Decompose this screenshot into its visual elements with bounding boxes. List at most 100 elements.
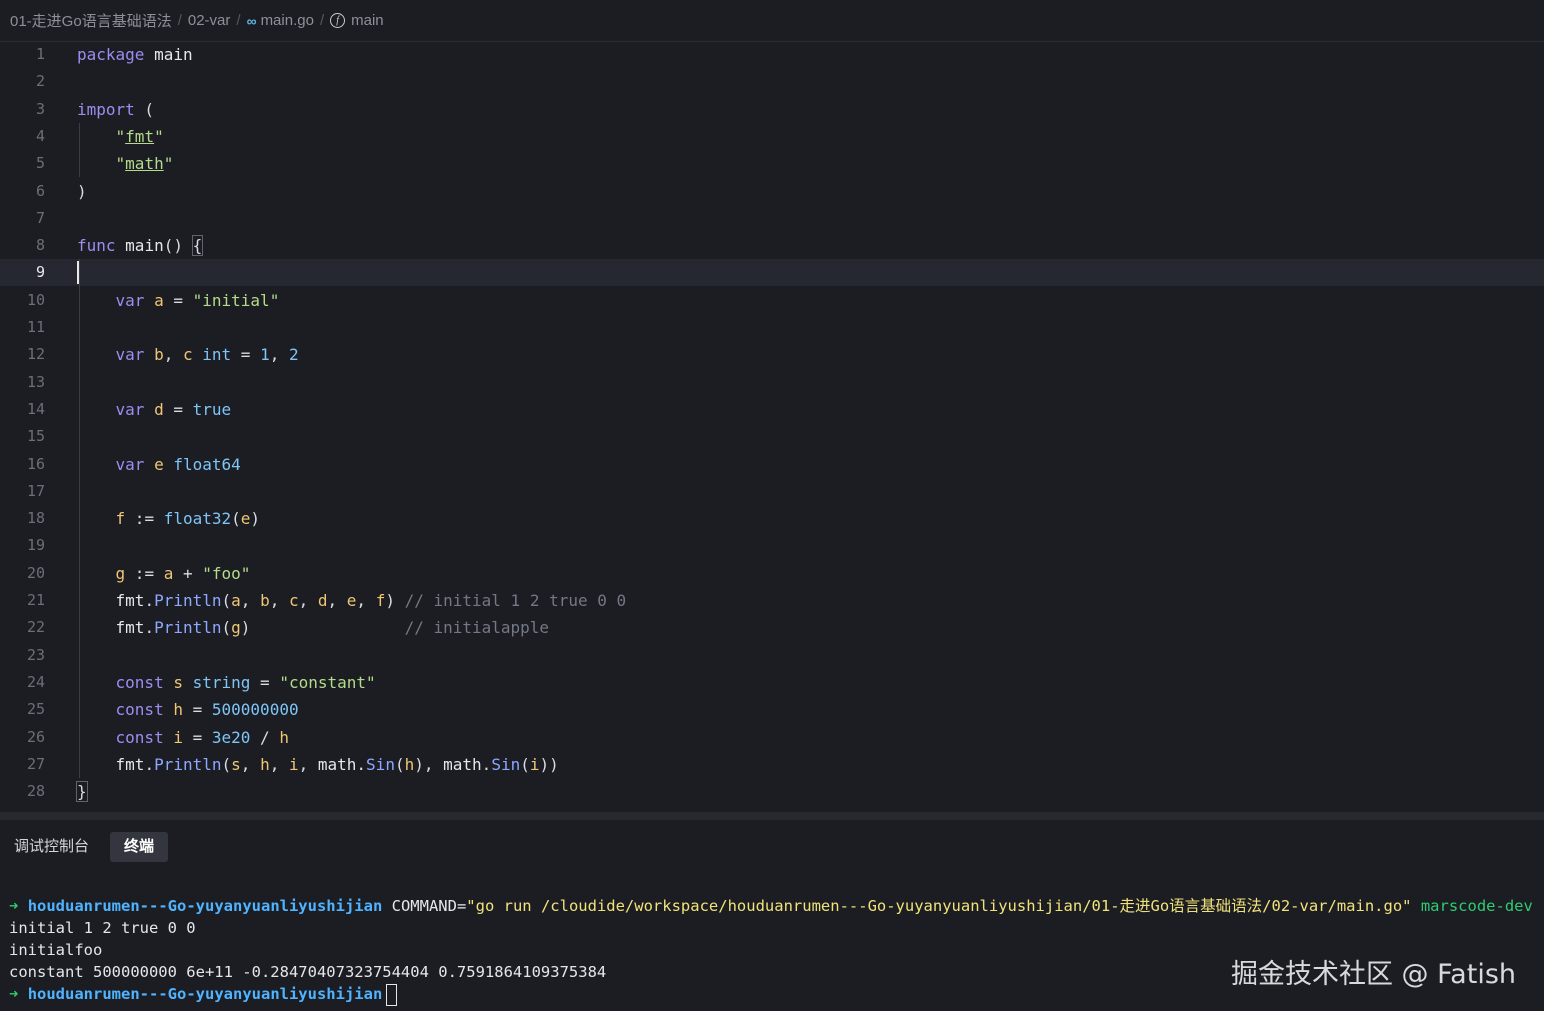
terminal-output-line: constant 500000000 6e+11 -0.284704073237… bbox=[9, 963, 607, 981]
terminal-command-line: ➜ houduanrumen---Go-yuyanyuanliyushijian… bbox=[9, 895, 1533, 917]
line-number: 21 bbox=[26, 591, 45, 609]
indent-guide bbox=[79, 122, 80, 178]
line-number: 9 bbox=[35, 263, 45, 282]
code-text: fmt.Println(s, h, i, math.Sin(h), math.S… bbox=[115, 754, 559, 774]
breadcrumb-folder[interactable]: 01-走进Go语言基础语法 bbox=[10, 10, 172, 31]
terminal-output-line: initial 1 2 true 0 0 bbox=[9, 919, 196, 937]
code-text: func main() { bbox=[77, 235, 204, 257]
breadcrumb-separator: / bbox=[236, 12, 241, 29]
code-line[interactable]: 7 bbox=[0, 205, 1544, 232]
line-number: 1 bbox=[35, 45, 45, 63]
command-prefix: COMMAND= bbox=[391, 897, 467, 915]
code-line[interactable]: 9 bbox=[0, 259, 1544, 287]
line-number: 10 bbox=[26, 290, 45, 309]
code-line[interactable]: 26 const i = 3e20 / h bbox=[0, 724, 1544, 751]
code-line[interactable]: 12 var b, c int = 1, 2 bbox=[0, 341, 1544, 368]
code-line[interactable]: 15 bbox=[0, 423, 1544, 450]
line-number: 22 bbox=[26, 618, 45, 637]
prompt-arrow: ➜ bbox=[9, 897, 19, 915]
line-number: 19 bbox=[26, 536, 45, 555]
code-text: fmt.Println(a, b, c, d, e, f) // initial… bbox=[115, 591, 627, 610]
line-number: 29 bbox=[0, 805, 45, 812]
line-number: 11 bbox=[26, 318, 45, 336]
code-line[interactable]: 8 func main() { bbox=[0, 232, 1544, 259]
breadcrumb-separator: / bbox=[177, 12, 182, 29]
terminal-output-line: initialfoo bbox=[9, 941, 103, 959]
line-number: 18 bbox=[26, 509, 45, 528]
line-number: 28 bbox=[26, 782, 45, 801]
prompt-directory: houduanrumen---Go-yuyanyuanliyushijian bbox=[27, 897, 383, 915]
line-number: 24 bbox=[26, 672, 45, 691]
code-text: var b, c int = 1, 2 bbox=[115, 345, 299, 365]
code-line[interactable]: 11 bbox=[0, 314, 1544, 341]
code-text: const i = 3e20 / h bbox=[115, 727, 289, 747]
tab-terminal[interactable]: 终端 bbox=[110, 832, 169, 862]
code-line[interactable]: 23 bbox=[0, 642, 1544, 669]
line-number: 15 bbox=[26, 427, 45, 446]
panel-resize-handle[interactable] bbox=[0, 812, 1544, 820]
command-string: "go run /cloudide/workspace/houduanrumen… bbox=[466, 897, 1412, 915]
code-text: import ( bbox=[77, 99, 155, 119]
code-line[interactable]: 5 "math" bbox=[0, 150, 1544, 177]
line-number: 16 bbox=[26, 454, 45, 473]
code-text: "fmt" bbox=[115, 126, 164, 146]
code-text: var e float64 bbox=[115, 454, 241, 474]
watermark: 掘金技术社区 @ Fatish bbox=[1230, 959, 1516, 990]
line-number: 17 bbox=[26, 481, 45, 500]
breadcrumb-separator: / bbox=[319, 12, 325, 29]
prompt-directory: houduanrumen---Go-yuyanyuanliyushijian bbox=[27, 985, 383, 1003]
code-line[interactable]: 22 fmt.Println(g) // initialapple bbox=[0, 614, 1544, 641]
code-text: var a = "initial" bbox=[115, 290, 280, 310]
code-line[interactable]: 3 import ( bbox=[0, 96, 1544, 123]
code-line[interactable]: 21 fmt.Println(a, b, c, d, e, f) // init… bbox=[0, 587, 1544, 614]
line-number: 5 bbox=[35, 154, 45, 173]
code-line[interactable]: 20 g := a + "foo" bbox=[0, 560, 1544, 587]
line-number: 27 bbox=[26, 754, 45, 773]
code-line[interactable]: 25 const h = 500000000 bbox=[0, 696, 1544, 723]
prompt-arrow: ➜ bbox=[9, 985, 19, 1003]
terminal-prompt-line[interactable]: ➜ houduanrumen---Go-yuyanyuanliyushijian bbox=[9, 983, 398, 1006]
go-icon: ∞ bbox=[246, 12, 257, 29]
code-line[interactable]: 13 bbox=[0, 369, 1544, 396]
line-number: 8 bbox=[35, 236, 45, 255]
line-number: 14 bbox=[26, 399, 45, 418]
code-line[interactable]: 27 fmt.Println(s, h, i, math.Sin(h), mat… bbox=[0, 751, 1544, 778]
breadcrumb-subfolder[interactable]: 02-var bbox=[188, 12, 231, 29]
code-line[interactable]: 24 const s string = "constant" bbox=[0, 669, 1544, 696]
code-line[interactable]: 4 "fmt" bbox=[0, 123, 1544, 150]
code-text: "math" bbox=[115, 154, 174, 174]
code-text: f := float32(e) bbox=[115, 509, 261, 529]
line-number: 2 bbox=[35, 72, 45, 91]
indent-guide bbox=[79, 259, 80, 779]
code-line[interactable]: 17 bbox=[0, 478, 1544, 505]
code-line[interactable]: 14 var d = true bbox=[0, 396, 1544, 423]
breadcrumb: 01-走进Go语言基础语法 / 02-var / ∞ main.go / f m… bbox=[0, 0, 1544, 42]
line-number: 23 bbox=[26, 645, 45, 664]
code-line[interactable]: 19 bbox=[0, 532, 1544, 559]
code-line[interactable]: 10 var a = "initial" bbox=[0, 287, 1544, 314]
line-number: 25 bbox=[26, 700, 45, 719]
code-text: } bbox=[76, 781, 88, 803]
code-text: ) bbox=[77, 181, 87, 201]
breadcrumb-file[interactable]: main.go bbox=[261, 12, 314, 29]
code-text: fmt.Println(g) // initialapple bbox=[115, 618, 550, 638]
code-line[interactable]: 16 var e float64 bbox=[0, 451, 1544, 478]
code-line[interactable]: 29 bbox=[0, 805, 1544, 812]
line-number: 4 bbox=[35, 126, 45, 145]
code-line[interactable]: 28} bbox=[0, 778, 1544, 805]
code-editor[interactable]: 1 package main 2 3 import (4 "fmt" 5 "math" 6)… bbox=[0, 43, 1544, 812]
code-text: const s string = "constant" bbox=[115, 672, 376, 692]
code-line[interactable]: 6) bbox=[0, 178, 1544, 205]
code-text: const h = 500000000 bbox=[115, 700, 299, 720]
tab-debug-console[interactable]: 调试控制台 bbox=[0, 832, 103, 862]
panel-tab-bar: 调试控制台 终端 bbox=[0, 826, 1544, 868]
code-line[interactable]: 2 bbox=[0, 68, 1544, 95]
line-number: 12 bbox=[26, 345, 45, 364]
terminal-cursor bbox=[386, 983, 398, 1006]
code-line[interactable]: 18 f := float32(e) bbox=[0, 505, 1544, 532]
code-text: var d = true bbox=[115, 399, 232, 419]
line-number: 3 bbox=[35, 99, 45, 118]
breadcrumb-symbol[interactable]: main bbox=[351, 12, 384, 29]
line-number: 6 bbox=[35, 181, 45, 200]
code-line[interactable]: 1 package main bbox=[0, 43, 1544, 68]
